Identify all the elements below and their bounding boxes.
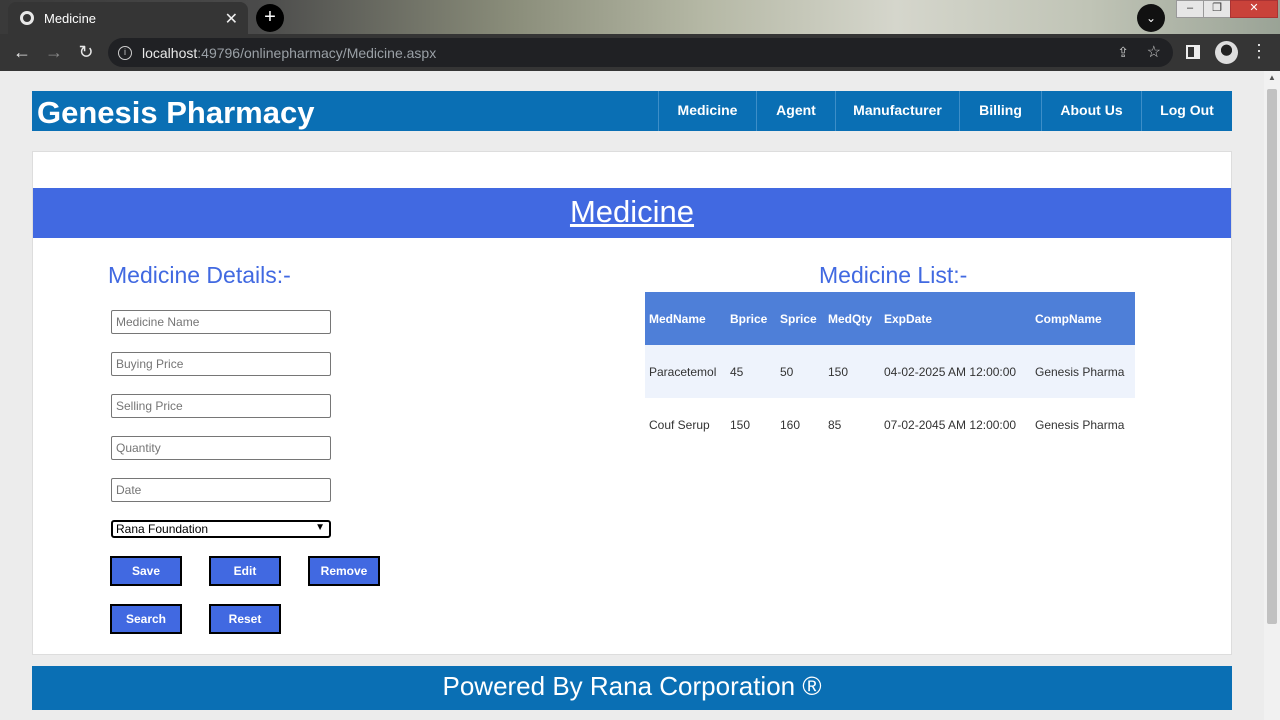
page-title: Medicine	[569, 194, 695, 229]
url-path: :49796/onlinepharmacy/Medicine.aspx	[197, 44, 437, 61]
column-header: MedQty	[824, 292, 880, 345]
column-header: Sprice	[776, 292, 824, 345]
remove-button[interactable]: Remove	[308, 556, 380, 586]
selling-price-input[interactable]	[111, 394, 331, 418]
reset-button[interactable]: Reset	[209, 604, 281, 634]
scrollbar-thumb[interactable]	[1267, 89, 1277, 624]
profile-avatar[interactable]	[1215, 41, 1238, 64]
nav-manufacturer[interactable]: Manufacturer	[835, 91, 959, 131]
close-window-button[interactable]: ✕	[1230, 0, 1278, 18]
table-cell: 07-02-2045 AM 12:00:00	[884, 417, 1017, 432]
globe-icon	[20, 11, 34, 25]
browser-menu-icon[interactable]: ⋮	[1250, 41, 1268, 62]
buying-price-input[interactable]	[111, 352, 331, 376]
url-host: localhost	[142, 44, 198, 61]
tab-search-chevron-icon[interactable]: ⌄	[1137, 4, 1165, 32]
site-info-icon[interactable]: i	[118, 45, 132, 60]
company-select-value: Rana Foundation	[116, 522, 209, 536]
chevron-down-icon: ▼	[315, 522, 325, 533]
save-button[interactable]: Save	[110, 556, 182, 586]
forward-arrow-icon[interactable]: →	[42, 41, 66, 65]
scroll-up-icon[interactable]: ▲	[1268, 73, 1276, 82]
table-cell: 50	[776, 345, 824, 398]
table-cell: 45	[726, 345, 776, 398]
bookmark-star-icon[interactable]: ☆	[1147, 42, 1161, 62]
table-cell: 160	[780, 417, 801, 432]
browser-tab-bar: Medicine ✕ + ⌄ – ❐ ✕	[0, 0, 1280, 34]
browser-toolbar: ← → ↻ i localhost:49796/onlinepharmacy/M…	[0, 34, 1280, 71]
company-select[interactable]: Rana Foundation ▼	[111, 520, 331, 538]
browser-tab[interactable]: Medicine ✕	[8, 2, 248, 34]
tab-title: Medicine	[44, 10, 97, 26]
nav-about-us[interactable]: About Us	[1041, 91, 1141, 131]
table-cell: 85	[828, 417, 842, 432]
reload-icon[interactable]: ↻	[74, 41, 98, 65]
edit-button[interactable]: Edit	[209, 556, 281, 586]
table-cell: 150	[730, 417, 751, 432]
close-tab-icon[interactable]: ✕	[225, 9, 238, 29]
page-scrollbar[interactable]: ▲	[1264, 71, 1280, 720]
side-panel-icon[interactable]	[1186, 45, 1200, 59]
nav-medicine[interactable]: Medicine	[658, 91, 756, 131]
footer-text: Powered By Rana Corporation ®	[442, 671, 822, 701]
table-row[interactable]: Couf Serup 150 160 85 07-02-2045 AM 12:0…	[645, 398, 1135, 451]
minimize-window-button[interactable]: –	[1176, 0, 1204, 18]
table-cell: Paracetemol	[645, 345, 726, 398]
table-cell: Genesis Pharma	[1031, 345, 1135, 398]
new-tab-button[interactable]: +	[256, 4, 284, 32]
table-cell: 04-02-2025 AM 12:00:00	[880, 345, 1031, 398]
address-bar[interactable]: i localhost:49796/onlinepharmacy/Medicin…	[108, 38, 1173, 67]
column-header: MedName	[645, 292, 726, 345]
nav-billing[interactable]: Billing	[959, 91, 1041, 131]
nav-agent[interactable]: Agent	[756, 91, 835, 131]
content-panel: Medicine Medicine Details:- Rana Foundat…	[32, 151, 1232, 655]
table-cell: Genesis Pharma	[1035, 417, 1125, 432]
page-viewport: Genesis Pharmacy Medicine Agent Manufact…	[0, 71, 1264, 720]
maximize-window-button[interactable]: ❐	[1203, 0, 1231, 18]
table-header-row: MedName Bprice Sprice MedQty ExpDate Com…	[645, 292, 1135, 345]
nav-log-out[interactable]: Log Out	[1141, 91, 1232, 131]
list-title: Medicine List:-	[819, 262, 968, 288]
share-icon[interactable]: ⇪	[1117, 44, 1129, 61]
medicine-table: MedName Bprice Sprice MedQty ExpDate Com…	[645, 292, 1135, 451]
date-input[interactable]	[111, 478, 331, 502]
back-arrow-icon[interactable]: ←	[10, 41, 34, 65]
page-banner: Medicine	[33, 188, 1231, 238]
column-header: CompName	[1031, 292, 1135, 345]
medicine-name-input[interactable]	[111, 310, 331, 334]
form-title: Medicine Details:-	[108, 262, 291, 288]
site-header: Genesis Pharmacy Medicine Agent Manufact…	[32, 91, 1232, 131]
table-row[interactable]: Paracetemol 45 50 150 04-02-2025 AM 12:0…	[645, 345, 1135, 398]
column-header: Bprice	[726, 292, 776, 345]
search-button[interactable]: Search	[110, 604, 182, 634]
table-cell: 150	[824, 345, 880, 398]
main-nav: Medicine Agent Manufacturer Billing Abou…	[658, 91, 1232, 131]
site-footer: Powered By Rana Corporation ®	[32, 666, 1232, 710]
table-cell: Couf Serup	[649, 417, 710, 432]
column-header: ExpDate	[880, 292, 1031, 345]
site-brand[interactable]: Genesis Pharmacy	[37, 95, 314, 131]
quantity-input[interactable]	[111, 436, 331, 460]
